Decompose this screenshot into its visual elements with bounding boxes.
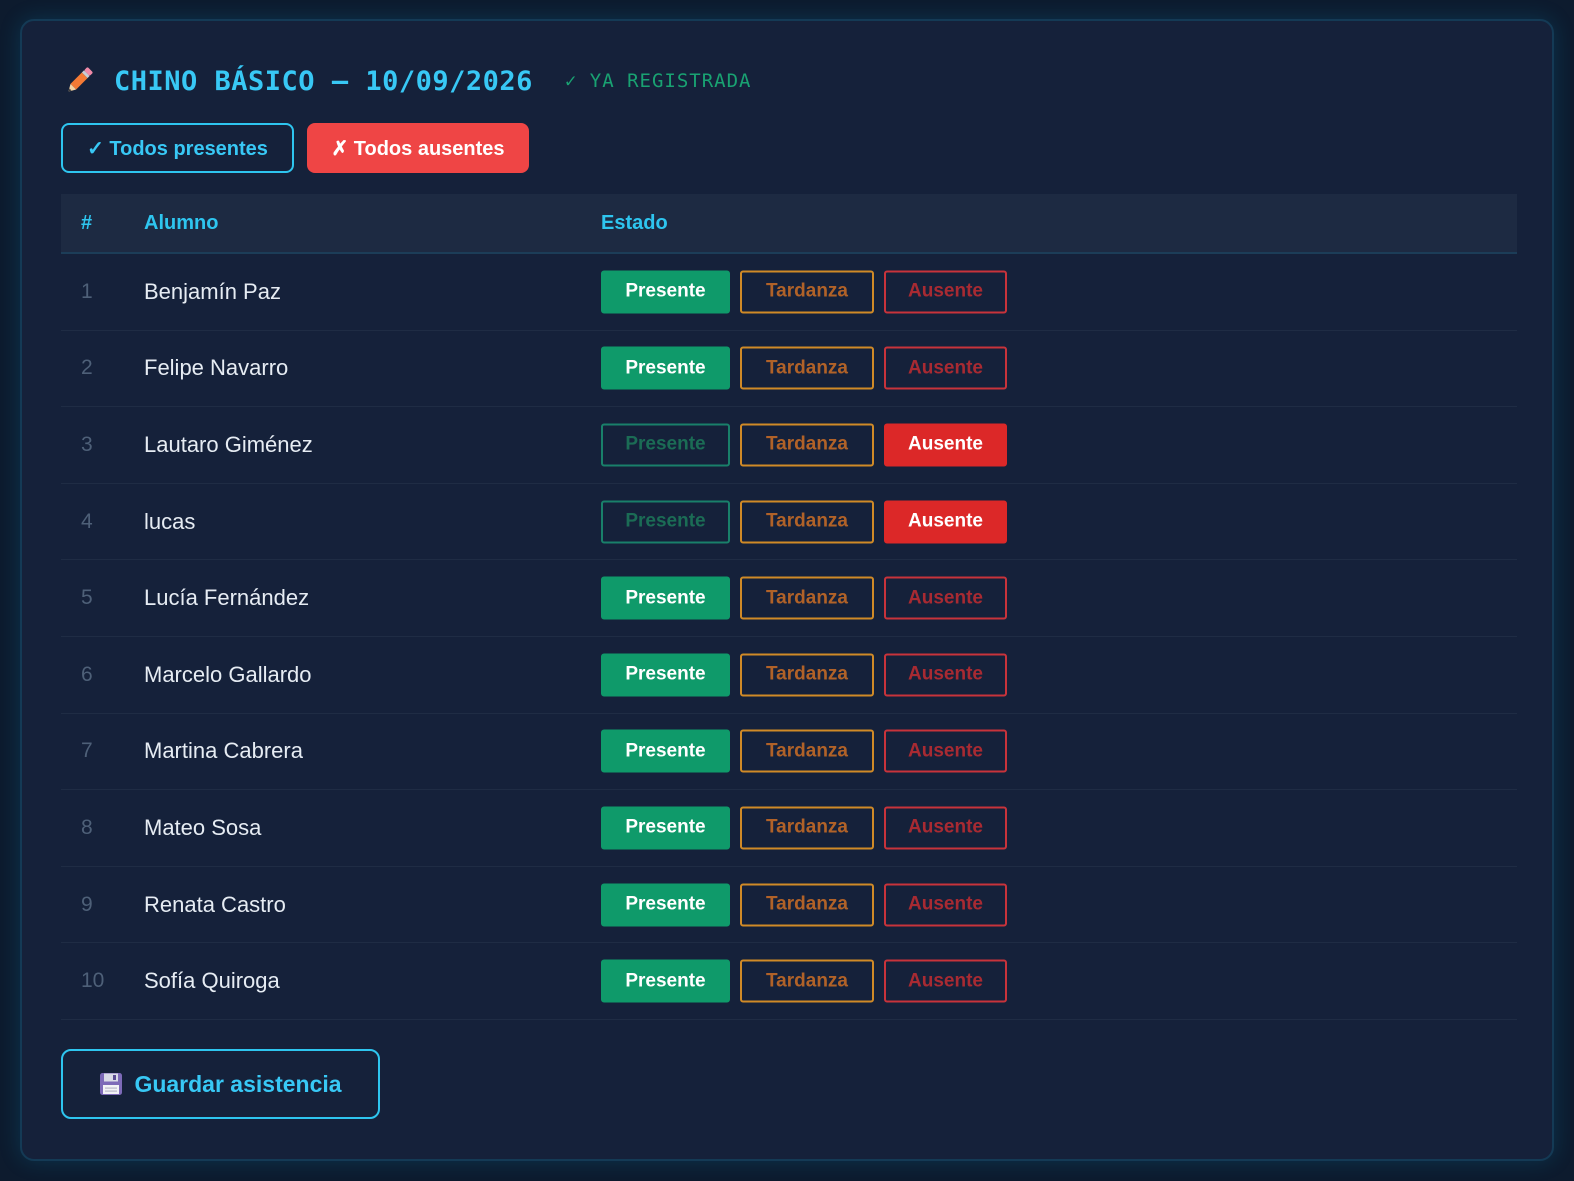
present-button[interactable]: Presente	[601, 959, 730, 1003]
table-row: 3 Lautaro Giménez Presente Tardanza Ausente	[61, 407, 1517, 484]
table-row: 4 lucas Presente Tardanza Ausente	[61, 484, 1517, 561]
absent-button[interactable]: Ausente	[884, 423, 1007, 467]
status-selector: Presente Tardanza Ausente	[601, 729, 1007, 773]
column-header-student: Alumno	[144, 211, 219, 234]
status-selector: Presente Tardanza Ausente	[601, 270, 1007, 314]
absent-button[interactable]: Ausente	[884, 959, 1007, 1003]
absent-button[interactable]: Ausente	[884, 883, 1007, 927]
student-name: Sofía Quiroga	[144, 968, 280, 994]
table-row: 6 Marcelo Gallardo Presente Tardanza Ausente	[61, 637, 1517, 714]
table-row: 2 Felipe Navarro Presente Tardanza Ausente	[61, 331, 1517, 408]
late-button[interactable]: Tardanza	[740, 346, 874, 390]
present-button[interactable]: Presente	[601, 270, 730, 314]
status-selector: Presente Tardanza Ausente	[601, 653, 1007, 697]
registered-status: ✓ YA REGISTRADA	[564, 70, 752, 92]
late-button[interactable]: Tardanza	[740, 500, 874, 544]
present-button[interactable]: Presente	[601, 346, 730, 390]
row-number: 7	[81, 739, 93, 763]
row-number: 4	[81, 509, 93, 533]
row-number: 6	[81, 662, 93, 686]
attendance-header: CHINO BÁSICO — 10/09/2026 ✓ YA REGISTRAD…	[62, 61, 751, 101]
status-selector: Presente Tardanza Ausente	[601, 959, 1007, 1003]
page-title: CHINO BÁSICO — 10/09/2026	[114, 65, 533, 97]
all-present-button[interactable]: ✓ Todos presentes	[61, 123, 294, 173]
absent-button[interactable]: Ausente	[884, 270, 1007, 314]
late-button[interactable]: Tardanza	[740, 653, 874, 697]
student-name: Benjamín Paz	[144, 278, 281, 304]
table-row: 7 Martina Cabrera Presente Tardanza Ausente	[61, 714, 1517, 791]
table-row: 9 Renata Castro Presente Tardanza Ausente	[61, 867, 1517, 944]
student-name: Mateo Sosa	[144, 814, 262, 840]
status-selector: Presente Tardanza Ausente	[601, 883, 1007, 927]
late-button[interactable]: Tardanza	[740, 423, 874, 467]
table-header: # Alumno Estado	[61, 194, 1517, 254]
save-attendance-button[interactable]: Guardar asistencia	[61, 1049, 380, 1119]
column-header-number: #	[81, 211, 93, 234]
row-number: 5	[81, 586, 93, 610]
late-button[interactable]: Tardanza	[740, 270, 874, 314]
late-button[interactable]: Tardanza	[740, 883, 874, 927]
late-button[interactable]: Tardanza	[740, 959, 874, 1003]
table-row: 8 Mateo Sosa Presente Tardanza Ausente	[61, 790, 1517, 867]
student-name: Lautaro Giménez	[144, 431, 313, 457]
bulk-actions: ✓ Todos presentes ✗ Todos ausentes	[61, 123, 529, 173]
table-row: 10 Sofía Quiroga Presente Tardanza Ausente	[61, 943, 1517, 1020]
present-button[interactable]: Presente	[601, 423, 730, 467]
late-button[interactable]: Tardanza	[740, 576, 874, 620]
table-row: 5 Lucía Fernández Presente Tardanza Ausente	[61, 560, 1517, 637]
row-number: 2	[81, 356, 93, 380]
floppy-disk-icon	[100, 1073, 123, 1095]
absent-button[interactable]: Ausente	[884, 806, 1007, 850]
present-button[interactable]: Presente	[601, 806, 730, 850]
student-name: Felipe Navarro	[144, 355, 289, 381]
row-number: 8	[81, 815, 93, 839]
present-button[interactable]: Presente	[601, 500, 730, 544]
attendance-panel: CHINO BÁSICO — 10/09/2026 ✓ YA REGISTRAD…	[20, 19, 1554, 1161]
status-selector: Presente Tardanza Ausente	[601, 806, 1007, 850]
student-name: Renata Castro	[144, 891, 286, 917]
absent-button[interactable]: Ausente	[884, 653, 1007, 697]
pencil-icon	[68, 67, 93, 92]
all-absent-button[interactable]: ✗ Todos ausentes	[307, 123, 529, 173]
present-button[interactable]: Presente	[601, 653, 730, 697]
row-number: 3	[81, 432, 93, 456]
late-button[interactable]: Tardanza	[740, 729, 874, 773]
present-button[interactable]: Presente	[601, 729, 730, 773]
student-name: Lucía Fernández	[144, 585, 310, 611]
attendance-table: # Alumno Estado 1 Benjamín Paz Presente Tar…	[61, 194, 1517, 1020]
table-row: 1 Benjamín Paz Presente Tardanza Ausente	[61, 254, 1517, 331]
row-number: 10	[81, 969, 105, 993]
status-selector: Presente Tardanza Ausente	[601, 346, 1007, 390]
table-body: 1 Benjamín Paz Presente Tardanza Ausente 2 Fel…	[61, 254, 1517, 1020]
status-selector: Presente Tardanza Ausente	[601, 423, 1007, 467]
student-name: Martina Cabrera	[144, 738, 303, 764]
save-attendance-label: Guardar asistencia	[134, 1070, 342, 1097]
row-number: 1	[81, 279, 93, 303]
absent-button[interactable]: Ausente	[884, 729, 1007, 773]
absent-button[interactable]: Ausente	[884, 346, 1007, 390]
column-header-status: Estado	[601, 211, 668, 234]
row-number: 9	[81, 892, 93, 916]
student-name: lucas	[144, 508, 196, 534]
present-button[interactable]: Presente	[601, 576, 730, 620]
present-button[interactable]: Presente	[601, 883, 730, 927]
status-selector: Presente Tardanza Ausente	[601, 500, 1007, 544]
absent-button[interactable]: Ausente	[884, 500, 1007, 544]
status-selector: Presente Tardanza Ausente	[601, 576, 1007, 620]
late-button[interactable]: Tardanza	[740, 806, 874, 850]
student-name: Marcelo Gallardo	[144, 661, 312, 687]
absent-button[interactable]: Ausente	[884, 576, 1007, 620]
